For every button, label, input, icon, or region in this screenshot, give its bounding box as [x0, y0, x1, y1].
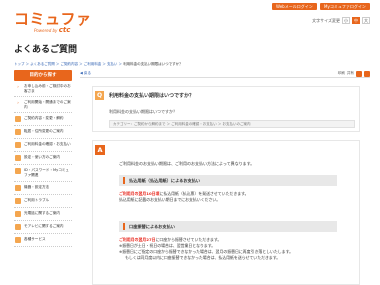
- ctc-text: ctc: [58, 26, 71, 34]
- twitter-icon[interactable]: [356, 70, 362, 77]
- method2-line1: ご利用月の翌月27日に口座から振替させていただきます。: [119, 237, 221, 242]
- method-heading-debit: 口座振替によるお支払い: [119, 221, 337, 232]
- sidebar-item-tv[interactable]: モアレビに関するご案内: [14, 221, 72, 234]
- breadcrumb-item[interactable]: ご契約内容: [60, 62, 78, 66]
- font-size-large-button[interactable]: 大: [362, 17, 370, 24]
- key-icon: [15, 168, 21, 175]
- house-icon: [15, 129, 21, 136]
- powered-by-text: Powered by: [34, 28, 58, 33]
- question-title: 利用料金の支払い期限はいつですか？: [109, 93, 195, 99]
- sidebar-item-billing[interactable]: ご利用料金の確認・お支払い: [14, 139, 72, 153]
- facebook-icon[interactable]: [364, 70, 370, 77]
- sidebar-item-trouble[interactable]: ご利用トラブル: [14, 195, 72, 208]
- sidebar-item-label: ご利用トラブル: [24, 197, 50, 202]
- method-heading-payslip: 払込用紙（払込用紙）によるお支払い: [119, 175, 337, 186]
- sidebar-item-services[interactable]: 各種サービス: [14, 234, 72, 247]
- breadcrumb-item[interactable]: 支払い: [107, 62, 118, 66]
- method1-text: に払込用紙（払込票）を発送させていただきます。: [159, 191, 249, 196]
- question-mark-icon: Q: [95, 91, 104, 100]
- sidebar-heading: 目的から探す: [14, 70, 72, 81]
- sidebar-item-label: 機器・設定方法: [24, 184, 50, 189]
- chevron-right-icon: ›: [17, 84, 19, 89]
- chevron-right-icon: ›: [17, 100, 19, 106]
- breadcrumb-item[interactable]: ご利用料金: [84, 62, 102, 66]
- main-content: ◀ 戻る 印刷 共有 Q 利用料金の支払い期限はいつですか？ 利用料金の支払い期…: [80, 70, 370, 285]
- sidebar-item-label: 各種サービス: [24, 236, 46, 241]
- method2-deadline: ご利用月の翌月27日: [119, 237, 156, 242]
- method1-line1: ご利用月の翌月10日頃に払込用紙（払込票）を発送させていただきます。: [119, 191, 249, 196]
- question-text: 利用料金の支払い期限はいつですか？: [109, 109, 177, 114]
- back-label: 戻る: [83, 71, 92, 75]
- ctc-logo: Powered by ctc: [34, 26, 70, 34]
- font-size-control: 文字サイズ変更 小 中 大: [312, 17, 370, 24]
- answer-mark-icon: A: [95, 145, 105, 155]
- warning-icon: [15, 197, 21, 204]
- sidebar-item-label: ID・パスワード・Myコミュファ関連: [24, 168, 69, 177]
- wrench-icon: [15, 155, 21, 162]
- font-size-label: 文字サイズ変更: [312, 17, 340, 23]
- sidebar-item-setup[interactable]: 設定・使い方のご案内: [14, 152, 72, 166]
- sidebar-item-label: 転居・住所変更のご案内: [24, 129, 64, 134]
- tv-icon: [15, 223, 21, 230]
- answer-box: A ご利用料金のお支払い期限は、ご利用のお支払い方法によって異なります。 払込用…: [92, 140, 360, 285]
- sidebar-item-label: ご利用開始・開通までのご案内: [24, 100, 71, 109]
- my-comufa-login-button[interactable]: Myコミュファログイン: [320, 3, 370, 10]
- sidebar: 目的から探す › お申し込み前・ご検討中のお客さま › ご利用開始・開通までのご案内…: [14, 70, 72, 247]
- sidebar-item-contract[interactable]: ご契約内容・変更・解約: [14, 113, 72, 127]
- sidebar-item-label: 設定・使い方のご案内: [24, 155, 60, 160]
- grid-icon: [15, 236, 21, 243]
- method1-line2: 払込用紙に記載のお支払い期日までにお支払いください。: [119, 197, 221, 202]
- breadcrumb-current: 利用料金の支払い期限はいつですか？: [123, 62, 183, 66]
- breadcrumb: トップ ＞ よくあるご質問 ＞ ご契約内容 ＞ ご利用料金 ＞ 支払い ＞ 利用…: [14, 62, 183, 66]
- sidebar-item-label: ご契約内容・変更・解約: [24, 116, 64, 121]
- sidebar-item-devices[interactable]: 機器・設定方法: [14, 182, 72, 195]
- category-path: カテゴリー：ご契約から解約まで ＞ ご利用料金の確認・お支払い ＞ お支払いのご…: [109, 120, 355, 128]
- sidebar-item-label: ご利用料金の確認・お支払い: [24, 142, 71, 147]
- sidebar-item-prospective[interactable]: › お申し込み前・ご検討中のお客さま: [14, 81, 72, 98]
- breadcrumb-item[interactable]: トップ: [14, 62, 25, 66]
- share-link[interactable]: 共有: [347, 71, 354, 76]
- sidebar-item-phone[interactable]: 光電話に関するご案内: [14, 208, 72, 221]
- sidebar-item-moving[interactable]: 転居・住所変更のご案内: [14, 126, 72, 140]
- back-link[interactable]: ◀ 戻る: [80, 71, 91, 76]
- font-size-medium-button[interactable]: 中: [352, 17, 360, 24]
- phone-icon: [15, 210, 21, 217]
- method2-line3: ※振替日にご指定の口座から振替できなかった場合は、翌月の振替日に再度引き落としい…: [119, 249, 293, 254]
- page-title: よくあるご質問: [14, 45, 78, 55]
- sidebar-item-label: お申し込み前・ご検討中のお客さま: [24, 84, 71, 93]
- sidebar-item-start-service[interactable]: › ご利用開始・開通までのご案内: [14, 97, 72, 114]
- question-box: Q 利用料金の支払い期限はいつですか？ 利用料金の支払い期限はいつですか？ カテ…: [92, 86, 360, 132]
- yen-icon: [15, 142, 21, 149]
- font-size-small-button[interactable]: 小: [342, 17, 350, 24]
- print-link[interactable]: 印刷: [338, 71, 345, 76]
- sidebar-item-label: 光電話に関するご案内: [24, 210, 60, 215]
- webmail-login-button[interactable]: Webメールログイン: [272, 3, 317, 10]
- method2-line2: ※振替日が土日・祝日の場合は、翌営業日となります。: [119, 243, 216, 248]
- breadcrumb-item[interactable]: よくあるご質問: [30, 62, 55, 66]
- method2-line4: もしくは同月度以内に口座振替できなかった場合は、払込用紙を送らせていただきます。: [125, 255, 281, 260]
- answer-intro: ご利用料金のお支払い期限は、ご利用のお支払い方法によって異なります。: [119, 161, 255, 166]
- sidebar-item-label: モアレビに関するご案内: [24, 223, 64, 228]
- method1-deadline: ご利用月の翌月10日頃: [119, 191, 160, 196]
- document-icon: [15, 116, 21, 123]
- sidebar-item-id-password[interactable]: ID・パスワード・Myコミュファ関連: [14, 165, 72, 182]
- header: コミュファ Powered by ctc Webメールログイン Myコミュファロ…: [0, 0, 380, 34]
- method2-text: に口座から振替させていただきます。: [155, 237, 222, 242]
- router-icon: [15, 184, 21, 191]
- content-toolbar: ◀ 戻る 印刷 共有: [80, 70, 370, 78]
